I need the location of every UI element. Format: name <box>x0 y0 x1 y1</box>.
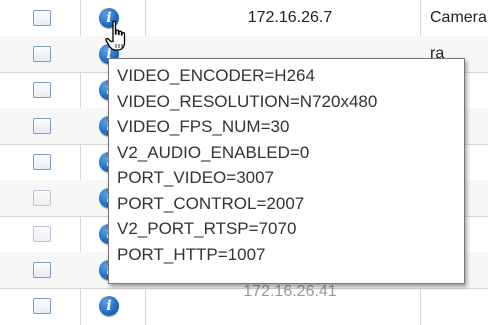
row-checkbox[interactable] <box>33 10 51 26</box>
row-checkbox[interactable] <box>33 154 51 170</box>
tooltip-line: VIDEO_ENCODER=H264 <box>117 66 315 85</box>
tooltip-line: PORT_VIDEO=3007 <box>117 168 275 187</box>
tooltip-line: V2_PORT_RTSP=7070 <box>117 219 297 238</box>
tooltip-line: VIDEO_RESOLUTION=N720x480 <box>117 91 378 111</box>
row-checkbox[interactable] <box>33 262 51 278</box>
row-checkbox[interactable] <box>33 46 51 62</box>
device-type-cell: Camera <box>430 9 487 26</box>
info-icon[interactable]: i <box>99 296 119 316</box>
row-checkbox[interactable] <box>33 190 51 206</box>
tooltip-line: PORT_CONTROL=2007 <box>117 193 305 213</box>
ip-address-cell: 172.16.26.7 <box>247 9 333 26</box>
tooltip-line: PORT_HTTP=1007 <box>117 244 266 264</box>
row-checkbox[interactable] <box>33 82 51 98</box>
device-info-tooltip: VIDEO_ENCODER=H264 VIDEO_RESOLUTION=N720… <box>108 58 465 284</box>
table-row[interactable]: i 172.16.26.7 Camera <box>0 0 488 37</box>
row-checkbox[interactable] <box>33 118 51 134</box>
tooltip-line: VIDEO_FPS_NUM=30 <box>117 117 290 136</box>
row-checkbox[interactable] <box>33 298 51 314</box>
tooltip-line: V2_AUDIO_ENABLED=0 <box>117 142 310 162</box>
table-row[interactable]: i 172.16.26.41 <box>0 283 488 325</box>
row-checkbox[interactable] <box>33 226 51 242</box>
hand-pointer-cursor-icon <box>105 20 126 51</box>
